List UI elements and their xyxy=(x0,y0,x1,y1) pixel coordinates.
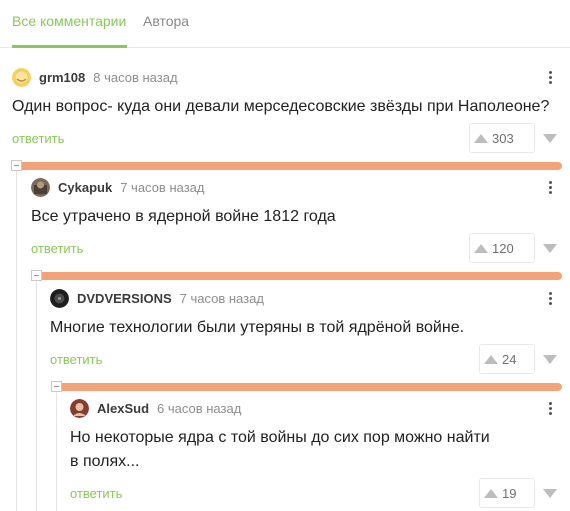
vote-score: 19 xyxy=(502,485,517,501)
comment-dvdversions: DVDVERSIONS 7 часов назад Многие техноло… xyxy=(50,288,562,374)
avatar[interactable] xyxy=(50,288,69,308)
thread-bar-level-2[interactable] xyxy=(37,272,562,280)
collapse-thread-button[interactable] xyxy=(51,381,62,392)
tab-all-comments[interactable]: Все комментарии xyxy=(12,12,126,30)
comment-time: 7 часов назад xyxy=(120,179,205,195)
thread-line-level-1 xyxy=(16,171,17,511)
thread-line-level-2 xyxy=(36,281,37,511)
comment-header: DVDVERSIONS 7 часов назад xyxy=(50,288,264,308)
reply-button[interactable]: ответить xyxy=(31,241,83,256)
vote-box: 120 xyxy=(469,233,535,263)
vote-score: 24 xyxy=(502,351,517,367)
upvote-icon[interactable] xyxy=(470,123,492,153)
comment-text: Все утрачено в ядерной войне 1812 года xyxy=(31,208,336,225)
comment-author[interactable]: grm108 xyxy=(39,70,85,85)
comment-time: 8 часов назад xyxy=(93,69,178,85)
more-options-icon[interactable] xyxy=(542,398,558,418)
comment-author[interactable]: Cykapuk xyxy=(58,180,112,195)
comment-text: Один вопрос- куда они девали мерседесовс… xyxy=(12,98,550,115)
upvote-icon[interactable] xyxy=(480,344,502,374)
thread-bar-level-3[interactable] xyxy=(57,383,562,391)
comment-time: 7 часов назад xyxy=(179,290,264,306)
comment-cykapuk: Cykapuk 7 часов назад Все утрачено в яде… xyxy=(31,177,562,263)
comment-time: 6 часов назад xyxy=(157,400,242,416)
reply-button[interactable]: ответить xyxy=(70,486,122,501)
comment-header: Cykapuk 7 часов назад xyxy=(31,177,204,197)
comment-header: AlexSud 6 часов назад xyxy=(70,398,241,418)
comment-text-line: Но некоторые ядра с той войны до сих пор… xyxy=(70,429,490,446)
collapse-thread-button[interactable] xyxy=(11,160,22,171)
comment-grm108: grm108 8 часов назад Один вопрос- куда о… xyxy=(12,67,562,153)
comment-text-line: в полях... xyxy=(70,453,140,470)
downvote-icon[interactable] xyxy=(539,344,561,374)
active-tab-indicator xyxy=(12,45,127,48)
reply-button[interactable]: ответить xyxy=(50,352,102,367)
avatar[interactable] xyxy=(31,177,50,197)
comment-alexsud: AlexSud 6 часов назад Но некоторые ядра … xyxy=(70,398,562,508)
downvote-icon[interactable] xyxy=(539,233,561,263)
comment-text: Но некоторые ядра с той войны до сих пор… xyxy=(70,426,490,474)
avatar[interactable] xyxy=(12,67,31,87)
tab-authors[interactable]: Автора xyxy=(143,12,189,30)
more-options-icon[interactable] xyxy=(542,67,558,87)
vote-box: 19 xyxy=(479,478,535,508)
collapse-thread-button[interactable] xyxy=(31,270,42,281)
thread-line-level-3 xyxy=(56,392,57,511)
comment-author[interactable]: AlexSud xyxy=(97,401,149,416)
downvote-icon[interactable] xyxy=(539,123,561,153)
comment-tabs: Все комментарии Автора xyxy=(0,0,570,48)
reply-button[interactable]: ответить xyxy=(12,131,64,146)
comment-author[interactable]: DVDVERSIONS xyxy=(77,291,172,306)
vote-box: 24 xyxy=(479,344,535,374)
vote-score: 120 xyxy=(492,240,514,256)
downvote-icon[interactable] xyxy=(539,478,561,508)
more-options-icon[interactable] xyxy=(542,288,558,308)
avatar[interactable] xyxy=(70,398,89,418)
comment-text: Многие технологии были утеряны в той ядр… xyxy=(50,319,465,336)
vote-box: 303 xyxy=(469,123,535,153)
upvote-icon[interactable] xyxy=(480,478,502,508)
comment-header: grm108 8 часов назад xyxy=(12,67,178,87)
vote-score: 303 xyxy=(492,130,514,146)
upvote-icon[interactable] xyxy=(470,233,492,263)
thread-bar-level-1[interactable] xyxy=(17,162,562,170)
more-options-icon[interactable] xyxy=(542,177,558,197)
